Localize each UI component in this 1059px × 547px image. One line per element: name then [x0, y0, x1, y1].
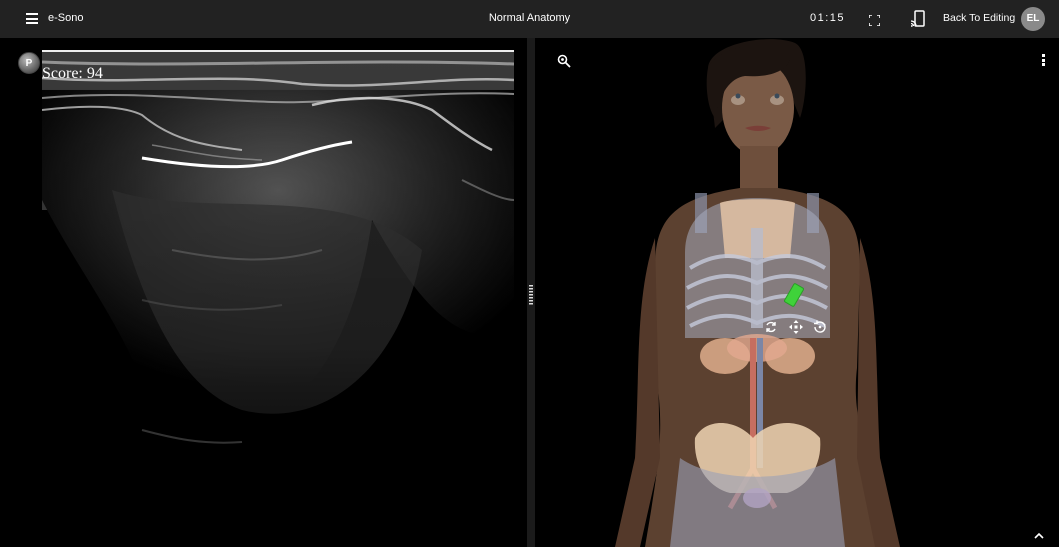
fullscreen-icon[interactable]	[868, 13, 881, 27]
zoom-in-icon[interactable]	[557, 54, 571, 68]
back-to-editing-button[interactable]: Back To Editing	[943, 12, 1015, 24]
session-timer: 01:15	[810, 12, 846, 24]
top-app-bar: e-Sono Normal Anatomy 01:15 Back To Edit…	[0, 0, 1059, 38]
drag-handle-icon	[529, 285, 533, 305]
ultrasound-panel: P Score: 94	[0, 38, 527, 547]
more-vert-icon[interactable]	[1040, 54, 1046, 68]
reset-icon[interactable]	[813, 320, 827, 334]
panel-resize-handle[interactable]	[527, 38, 535, 547]
move-icon[interactable]	[789, 320, 803, 334]
probe-badge[interactable]: P	[18, 52, 40, 74]
cast-icon[interactable]	[910, 10, 925, 27]
rotate-icon[interactable]	[764, 320, 778, 334]
ultrasound-image	[42, 50, 514, 547]
page-title: Normal Anatomy	[488, 12, 571, 24]
chevron-up-icon[interactable]	[1033, 528, 1045, 539]
anatomy-3d-viewer[interactable]	[535, 38, 1059, 547]
user-avatar[interactable]: EL	[1021, 7, 1045, 31]
score-label: Score: 94	[42, 65, 103, 82]
